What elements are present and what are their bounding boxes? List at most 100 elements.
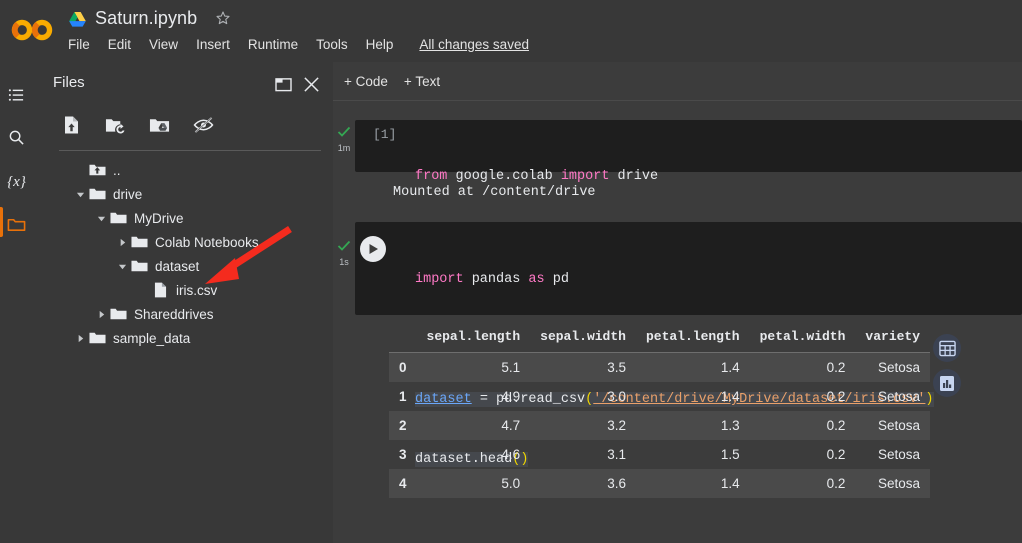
code-cell-1: 1m [1] from google.colab import drive dr… [333,120,1022,244]
tree-item-label: Colab Notebooks [155,234,259,250]
file-tree-row[interactable]: .. [33,158,333,182]
file-tree-row[interactable]: Shareddrives [33,302,333,326]
notebook-title[interactable]: Saturn.ipynb [95,8,197,29]
files-panel-header: Files [33,62,333,106]
sidebar-item-table-of-contents[interactable] [0,78,33,112]
tree-item-label: MyDrive [134,210,184,226]
sidebar-item-find-replace[interactable] [0,120,33,154]
file-tree-row[interactable]: iris.csv [33,278,333,302]
cell-1-output: Mounted at /content/drive [393,182,596,200]
dataframe-cell: Setosa [878,447,921,462]
cell-2-runtime: 1s [339,257,349,267]
save-status[interactable]: All changes saved [419,37,529,52]
dataframe-cell: 5.0 [501,476,521,491]
google-drive-icon [69,11,86,27]
files-panel-title: Files [53,74,85,91]
dataframe-cell: 4.9 [501,389,521,404]
dataframe-body: 0 5.1 3.5 1.4 0.2 Setosa 1 4.9 3.0 1.4 0.2 Setosa 2 4… [389,352,931,498]
file-tree: .. drive MyDrive Colab Notebooks dataset iris… [33,158,333,350]
tree-item-label: dataset [155,258,200,274]
green-check-icon [337,126,351,137]
menu-view[interactable]: View [149,37,178,52]
dataframe-column-header: petal.length [645,329,740,344]
interactive-table-button[interactable] [933,334,961,362]
dataframe-cell: 1.5 [720,447,740,462]
play-icon [369,244,378,254]
tree-item-icon [89,330,106,347]
toolbar-divider [59,150,321,151]
menu-runtime[interactable]: Runtime [248,37,298,52]
dataframe-cell: Setosa [878,389,921,404]
up-folder-icon [89,164,106,176]
menu-file[interactable]: File [68,37,90,52]
table-row: 3 4.6 3.1 1.5 0.2 Setosa [389,440,930,469]
file-tree-row[interactable]: MyDrive [33,206,333,230]
folder-icon [7,218,26,231]
dataframe-cell: 0.2 [826,360,846,375]
chevron-right-icon[interactable] [97,310,106,319]
close-panel-button[interactable] [301,74,321,94]
chevron-down-icon[interactable] [118,262,127,271]
open-in-new-window-button[interactable] [273,74,293,94]
tree-caret[interactable] [115,235,129,249]
tree-item-icon [152,282,169,299]
menu-edit[interactable]: Edit [108,37,131,52]
folder-icon [131,236,148,248]
sidebar-item-variables[interactable]: {x} [0,165,33,199]
dataframe-cell: 1.4 [720,476,740,491]
chevron-right-icon[interactable] [76,334,85,343]
suggest-charts-button[interactable] [933,369,961,397]
dataframe-column-header: petal.width [759,329,846,344]
variables-icon: {x} [7,173,26,190]
tree-item-icon [89,186,106,203]
file-tree-row[interactable]: Colab Notebooks [33,230,333,254]
file-tree-row[interactable]: sample_data [33,326,333,350]
cell-1-status: 1m [333,126,355,156]
add-code-cell-button[interactable]: + Code [344,74,388,89]
green-check-icon [337,240,351,251]
dataframe-index-header [389,325,417,353]
cell-2-editor[interactable]: import pandas as pd dataset = pd.read_cs… [355,222,1022,467]
tree-caret[interactable] [94,211,108,225]
cell-1-editor[interactable]: [1] from google.colab import drive drive… [355,120,1022,244]
colab-logo[interactable] [10,12,58,48]
upload-file-button[interactable] [56,110,86,140]
chevron-down-icon[interactable] [97,214,106,223]
tree-item-label: Shareddrives [134,306,214,322]
dataframe-cell: 1.3 [720,418,740,433]
tree-caret[interactable] [73,331,87,345]
menu-tools[interactable]: Tools [316,37,348,52]
mount-drive-button[interactable] [144,110,174,140]
sidebar-item-files[interactable] [0,207,33,241]
notebook-title-row: Saturn.ipynb [68,4,232,32]
chevron-right-icon[interactable] [118,238,127,247]
menu-help[interactable]: Help [366,37,394,52]
dataframe-cell: Setosa [878,360,921,375]
tree-caret[interactable] [94,307,108,321]
star-outline-icon[interactable] [214,9,232,27]
table-grid-icon [938,340,956,356]
add-text-cell-button[interactable]: + Text [404,74,440,89]
folder-icon [89,332,106,344]
run-cell-button[interactable] [355,236,391,262]
toggle-hidden-files-button[interactable] [188,110,218,140]
refresh-folder-button[interactable] [100,110,130,140]
chevron-down-icon[interactable] [76,190,85,199]
dataframe-cell: 1.4 [720,389,740,404]
dataframe-row-index: 1 [399,389,407,404]
file-tree-row[interactable]: dataset [33,254,333,278]
dataframe-cell: 3.2 [607,418,626,433]
menu-insert[interactable]: Insert [196,37,230,52]
cell-1-output-text: Mounted at /content/drive [393,185,596,200]
table-row: 2 4.7 3.2 1.3 0.2 Setosa [389,411,931,440]
alias-pd: pd [544,272,569,287]
file-tree-row[interactable]: drive [33,182,333,206]
dataframe-row-index: 3 [399,447,407,462]
tree-caret[interactable] [115,259,129,273]
dataframe-column-header: variety [865,329,921,344]
play-button-circle[interactable] [360,236,386,262]
tree-caret[interactable] [73,187,87,201]
close-icon [303,76,319,92]
tree-item-icon [131,258,148,275]
menu-bar: File Edit View Insert Runtime Tools Help… [68,33,529,55]
